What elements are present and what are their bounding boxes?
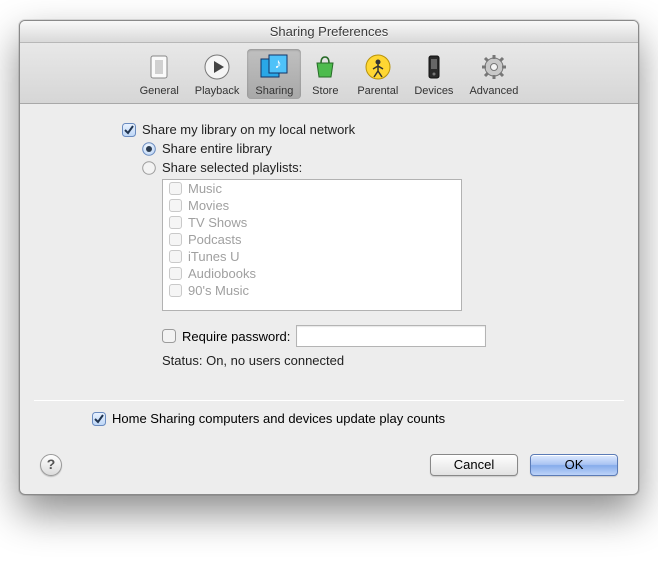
ok-button[interactable]: OK — [530, 454, 618, 476]
dialog-footer: ? Cancel OK — [20, 446, 638, 494]
tab-store[interactable]: Store — [301, 49, 349, 99]
tab-playback[interactable]: Playback — [187, 49, 248, 99]
content-area: Share my library on my local network Sha… — [20, 104, 638, 390]
cancel-button[interactable]: Cancel — [430, 454, 518, 476]
tab-sharing[interactable]: ♪ Sharing — [247, 49, 301, 99]
share-local-checkbox[interactable] — [122, 123, 136, 137]
list-item: Audiobooks — [163, 265, 461, 282]
tab-sharing-label: Sharing — [255, 85, 293, 97]
playlist-checkbox — [169, 250, 182, 263]
list-item: Movies — [163, 197, 461, 214]
list-item: iTunes U — [163, 248, 461, 265]
svg-text:♪: ♪ — [275, 55, 282, 71]
playlist-checkbox — [169, 284, 182, 297]
require-password-label: Require password: — [182, 329, 290, 344]
list-item: Music — [163, 180, 461, 197]
playlist-checkbox — [169, 199, 182, 212]
playlist-listbox[interactable]: Music Movies TV Shows Podcasts iTunes U … — [162, 179, 462, 311]
tab-general-label: General — [140, 85, 179, 97]
tab-advanced-label: Advanced — [469, 85, 518, 97]
devices-icon — [418, 51, 450, 83]
share-local-label: Share my library on my local network — [142, 122, 355, 137]
tab-general[interactable]: General — [132, 49, 187, 99]
playlist-checkbox — [169, 182, 182, 195]
playlist-checkbox — [169, 267, 182, 280]
sharing-icon: ♪ — [258, 51, 290, 83]
share-entire-label: Share entire library — [162, 141, 272, 156]
share-entire-radio[interactable] — [142, 142, 156, 156]
window-title: Sharing Preferences — [20, 21, 638, 43]
tab-devices[interactable]: Devices — [406, 49, 461, 99]
home-sharing-checkbox[interactable] — [92, 412, 106, 426]
share-selected-label: Share selected playlists: — [162, 160, 302, 175]
divider — [34, 400, 624, 401]
list-item: 90's Music — [163, 282, 461, 299]
help-button[interactable]: ? — [40, 454, 62, 476]
playlist-checkbox — [169, 216, 182, 229]
preferences-window: Sharing Preferences General Playback ♪ S… — [19, 20, 639, 495]
tab-playback-label: Playback — [195, 85, 240, 97]
tab-parental-label: Parental — [357, 85, 398, 97]
home-sharing-label: Home Sharing computers and devices updat… — [112, 411, 445, 426]
tab-devices-label: Devices — [414, 85, 453, 97]
general-icon — [143, 51, 175, 83]
share-selected-radio[interactable] — [142, 161, 156, 175]
gear-icon — [478, 51, 510, 83]
list-item: TV Shows — [163, 214, 461, 231]
store-icon — [309, 51, 341, 83]
playback-icon — [201, 51, 233, 83]
parental-icon — [362, 51, 394, 83]
tab-parental[interactable]: Parental — [349, 49, 406, 99]
password-field[interactable] — [296, 325, 486, 347]
status-text: Status: On, no users connected — [162, 353, 608, 368]
tab-advanced[interactable]: Advanced — [461, 49, 526, 99]
tab-store-label: Store — [312, 85, 338, 97]
require-password-checkbox[interactable] — [162, 329, 176, 343]
playlist-checkbox — [169, 233, 182, 246]
list-item: Podcasts — [163, 231, 461, 248]
preferences-toolbar: General Playback ♪ Sharing Store Parenta… — [20, 43, 638, 104]
